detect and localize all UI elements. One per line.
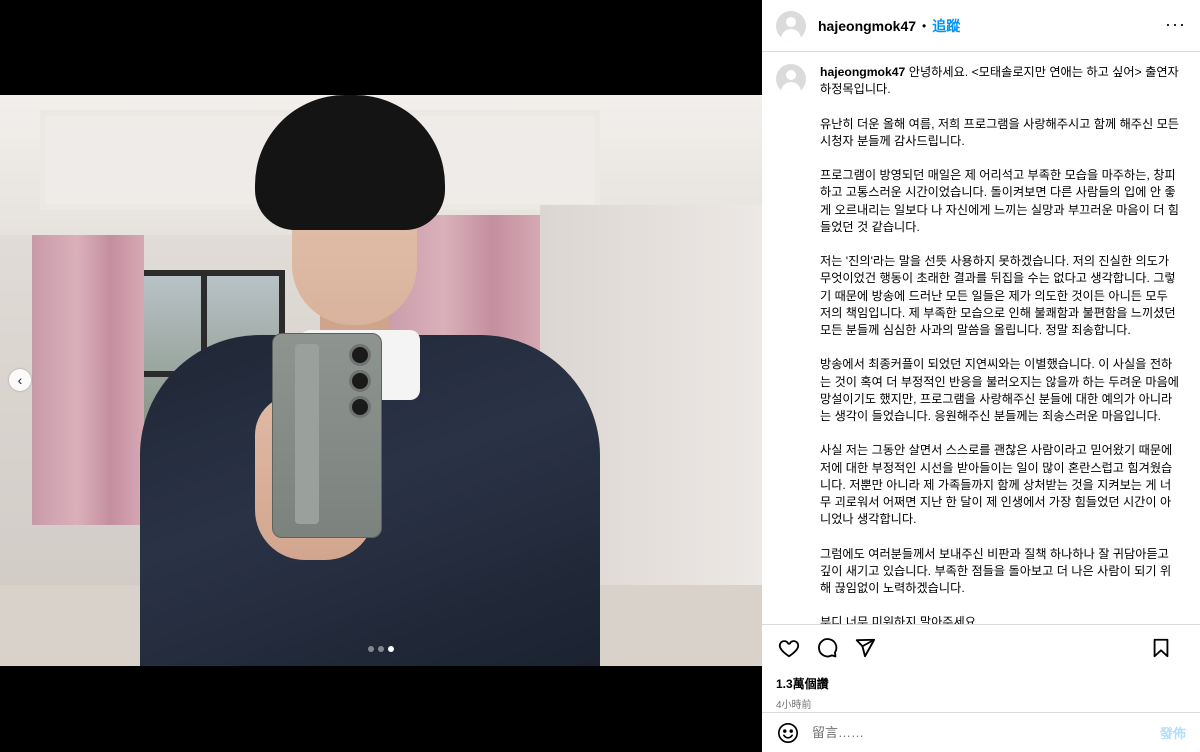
comment-input[interactable]: [812, 725, 1160, 740]
caption-paragraph: 부디 너무 미워하지 말아주세요.: [820, 615, 980, 624]
post-comment-button[interactable]: 發佈: [1160, 723, 1186, 742]
carousel-dot: [368, 646, 374, 652]
caption-username[interactable]: hajeongmok47: [820, 65, 905, 79]
caption-paragraph: 저는 '진의'라는 말을 선뜻 사용하지 못하겠습니다. 저의 진실한 의도가 …: [820, 254, 1176, 337]
caption-text: hajeongmok47 안녕하세요. <모태솔로지만 연애는 하고 싶어> 출…: [820, 64, 1180, 624]
bookmark-icon[interactable]: [1148, 635, 1174, 661]
separator-dot: •: [922, 18, 927, 33]
caption-section: hajeongmok47 안녕하세요. <모태솔로지만 연애는 하고 싶어> 출…: [762, 52, 1200, 624]
follow-button[interactable]: 追蹤: [932, 16, 960, 36]
comment-icon[interactable]: [814, 635, 840, 661]
caption-paragraph: 그럼에도 여러분들께서 보내주신 비판과 질책 하나하나 잘 귀담아듣고 깊이 …: [820, 546, 1172, 595]
post-header: hajeongmok47 • 追蹤 ···: [762, 0, 1200, 52]
post-detail-panel: hajeongmok47 • 追蹤 ··· hajeongmok47 안녕하세요…: [762, 0, 1200, 752]
caption-paragraph: 사실 저는 그동안 살면서 스스로를 괜찮은 사람이라고 믿어왔기 때문에 저에…: [820, 443, 1173, 527]
carousel-dot: [378, 646, 384, 652]
more-options-icon[interactable]: ···: [1165, 14, 1186, 35]
avatar[interactable]: [776, 10, 806, 41]
heart-icon[interactable]: [776, 635, 802, 661]
share-icon[interactable]: [852, 635, 878, 661]
post-photo: [0, 95, 762, 666]
carousel-prev-button[interactable]: ‹: [9, 369, 31, 391]
carousel-indicator: [368, 646, 394, 652]
action-bar: [776, 635, 1186, 661]
emoji-icon[interactable]: [776, 721, 800, 745]
caption-paragraph: 유난히 더운 올해 여름, 저희 프로그램을 사랑해주시고 함께 해주신 모든 …: [820, 116, 1180, 148]
chevron-left-icon: ‹: [17, 372, 23, 388]
phone-in-photo: [272, 333, 382, 538]
caption-paragraph: 프로그램이 방영되던 매일은 제 어리석고 부족한 모습을 마주하는, 창피하고…: [820, 168, 1180, 234]
media-viewer: ‹: [0, 0, 762, 752]
add-comment-bar: 發佈: [762, 712, 1200, 752]
post-timestamp[interactable]: 4小時前: [776, 696, 1186, 711]
post-actions-section: 1.3萬個讚 4小時前: [762, 624, 1200, 712]
carousel-dot-active: [388, 646, 394, 652]
caption-paragraph: 방송에서 최종커플이 되었던 지연씨와는 이별했습니다. 이 사실을 전하는 것…: [820, 357, 1180, 423]
username-link[interactable]: hajeongmok47: [818, 18, 916, 34]
likes-count[interactable]: 1.3萬個讚: [776, 675, 1186, 692]
caption-avatar[interactable]: [776, 64, 806, 94]
caption-paragraph: hajeongmok47 안녕하세요. <모태솔로지만 연애는 하고 싶어> 출…: [820, 65, 1179, 97]
photo-curtain-left: [32, 235, 144, 525]
